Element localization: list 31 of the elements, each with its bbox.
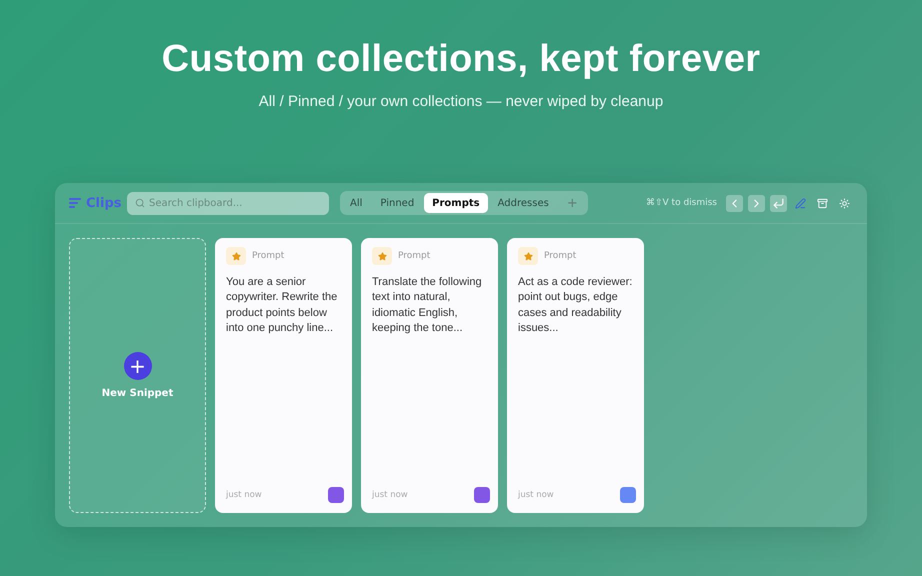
subheadline: All / Pinned / your own collections — never wiped by cleanup <box>258 93 664 110</box>
snippet-time: just now <box>518 490 554 500</box>
plus-icon: + <box>124 352 152 380</box>
snippet-tag: Prompt <box>544 251 576 261</box>
chevron-left-button[interactable] <box>726 194 743 212</box>
return-icon <box>772 196 785 210</box>
collection-tab[interactable]: Pinned <box>372 193 422 213</box>
snippet-time: just now <box>226 490 262 500</box>
snippet-tag: Prompt <box>252 251 284 261</box>
snippet-card[interactable]: Prompt Translate the following text into natural, idiomatic English, keeping the tone... just now <box>361 238 498 513</box>
collection-tab[interactable]: All <box>342 193 370 213</box>
app-name: Clips <box>86 196 122 210</box>
new-snippet-button[interactable]: + New Snippet <box>69 238 206 513</box>
dismiss-hint: ⌘⇧V to dismiss <box>646 198 717 208</box>
snippet-text: Act as a code reviewer: point out bugs, edge cases and readability issues... <box>518 275 634 336</box>
snippet-time: just now <box>372 490 408 500</box>
snippet-card[interactable]: Prompt Act as a code reviewer: point out bugs, edge cases and readability issues... just now <box>507 238 644 513</box>
pen-icon <box>795 198 806 208</box>
snippet-text: You are a senior copywriter. Rewrite the product points below into one punchy line... <box>226 275 338 336</box>
menu-icon <box>69 198 81 208</box>
snippet-card[interactable]: Prompt You are a senior copywriter. Rewrite the product points below into one punchy line... just now <box>215 238 352 513</box>
chevron-right-button[interactable] <box>748 194 765 212</box>
search-icon <box>135 198 145 208</box>
collection-tab[interactable]: Addresses <box>490 193 557 213</box>
headline: Custom collections, kept forever <box>162 38 760 81</box>
snippet-tag: Prompt <box>398 251 430 261</box>
return-button[interactable] <box>770 194 787 212</box>
sun-icon <box>839 198 850 208</box>
collection-tab[interactable]: Prompts <box>424 193 488 213</box>
archive-icon <box>817 198 828 208</box>
snippet-text: Translate the following text into natural, idiomatic English, keeping the tone... <box>372 275 483 336</box>
